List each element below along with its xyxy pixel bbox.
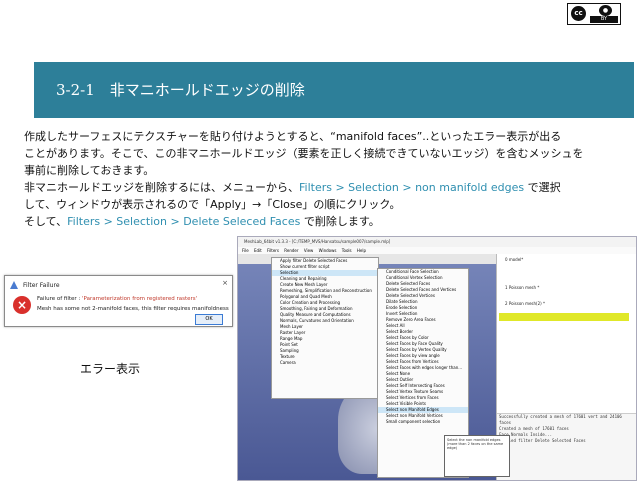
body-line-6-c: で削除します。 [300,215,380,228]
body-line-6-a: そして、 [24,215,68,228]
body-line-4-a: 非マニホールドエッジを削除するには、メニューから、 [24,181,299,194]
error-icon: × [13,296,31,314]
menu-windows[interactable]: Windows [319,248,337,253]
menu-view[interactable]: View [304,248,314,253]
close-icon[interactable]: × [222,279,228,287]
menu-path-delete-faces: Filters > Selection > Delete Seleced Fac… [67,215,301,228]
menu-edit[interactable]: Edit [254,248,262,253]
section-title-banner: 3-2-1 非マニホールドエッジの削除 [34,62,634,118]
body-line-5: して、ウィンドウが表示されるので「Apply」→「Close」の順にクリック。 [24,198,401,211]
menu-item[interactable]: Camera [272,360,378,366]
filter-failure-dialog: Filter Failure × × Failure of filter : '… [4,275,233,327]
log-line: Applied filter Delete Selected Faces [499,438,586,443]
dialog-filter-name: 'Parameterization from registered raster… [82,296,198,302]
body-line-4-c: で選択 [524,181,561,194]
menu-path-non-manifold: Filters > Selection > non manifold edges [299,181,525,194]
submenu-item[interactable]: Small component selection [378,419,468,425]
section-title: 3-2-1 非マニホールドエッジの削除 [56,81,305,99]
layer-item[interactable]: 1 Poisson mesh * [497,284,636,292]
layer-panel: 0 model* 1 Poisson mesh * 2 Poisson mesh… [496,254,636,480]
log-panel: Successfully created a mesh of 17601 ver… [497,413,636,480]
meshlab-screenshot: MeshLab_64bit v1.3.3 - [C:/TEMP_MVS/Hans… [237,236,637,481]
selected-layer-highlight [499,313,629,321]
layer-item[interactable]: 2 Poisson mesh(2) * [497,300,636,308]
instruction-text: 作成したサーフェスにテクスチャーを貼り付けようとすると、“manifold fa… [24,128,624,230]
app-icon [10,281,18,289]
menu-tooltip: Select the non manifold edges (more than… [444,435,510,477]
body-line-2: ことがあります。そこで、この非マニホールドエッジ（要素を正しく接続できていないエ… [24,147,584,160]
log-line: Successfully created a mesh of 17601 ver… [499,414,622,425]
dialog-message-prefix: Failure of filter : [37,296,83,302]
body-line-3: 事前に削除しておきます。 [24,164,155,177]
meshlab-menu-bar: File Edit Filters Render View Windows To… [238,247,636,254]
body-line-1: 作成したサーフェスにテクスチャーを貼り付けようとすると、“manifold fa… [24,130,562,143]
body-line-4: 非マニホールドエッジを削除するには、メニューから、Filters > Selec… [24,179,624,196]
menu-render[interactable]: Render [284,248,298,253]
cc-by-license-badge: cc ● BY [567,3,621,25]
layer-item[interactable]: 0 model* [497,256,636,264]
menu-help[interactable]: Help [357,248,366,253]
menu-file[interactable]: File [242,248,249,253]
filters-dropdown: Apply filter Delete Selected Faces Show … [271,257,379,399]
by-label: BY [590,16,618,23]
menu-filters[interactable]: Filters [267,248,279,253]
dialog-title: Filter Failure [23,282,60,289]
cc-icon: cc [571,6,586,21]
dialog-message: Failure of filter : 'Parameterization fr… [37,296,197,302]
dialog-detail: Mesh has some not 2-manifold faces, this… [37,306,229,312]
menu-tools[interactable]: Tools [342,248,352,253]
dialog-caption: エラー表示 [80,362,141,376]
attribution-person-icon: ● [599,5,612,16]
ok-button[interactable]: OK [195,314,223,325]
body-line-6: そして、Filters > Selection > Delete Seleced… [24,213,624,230]
